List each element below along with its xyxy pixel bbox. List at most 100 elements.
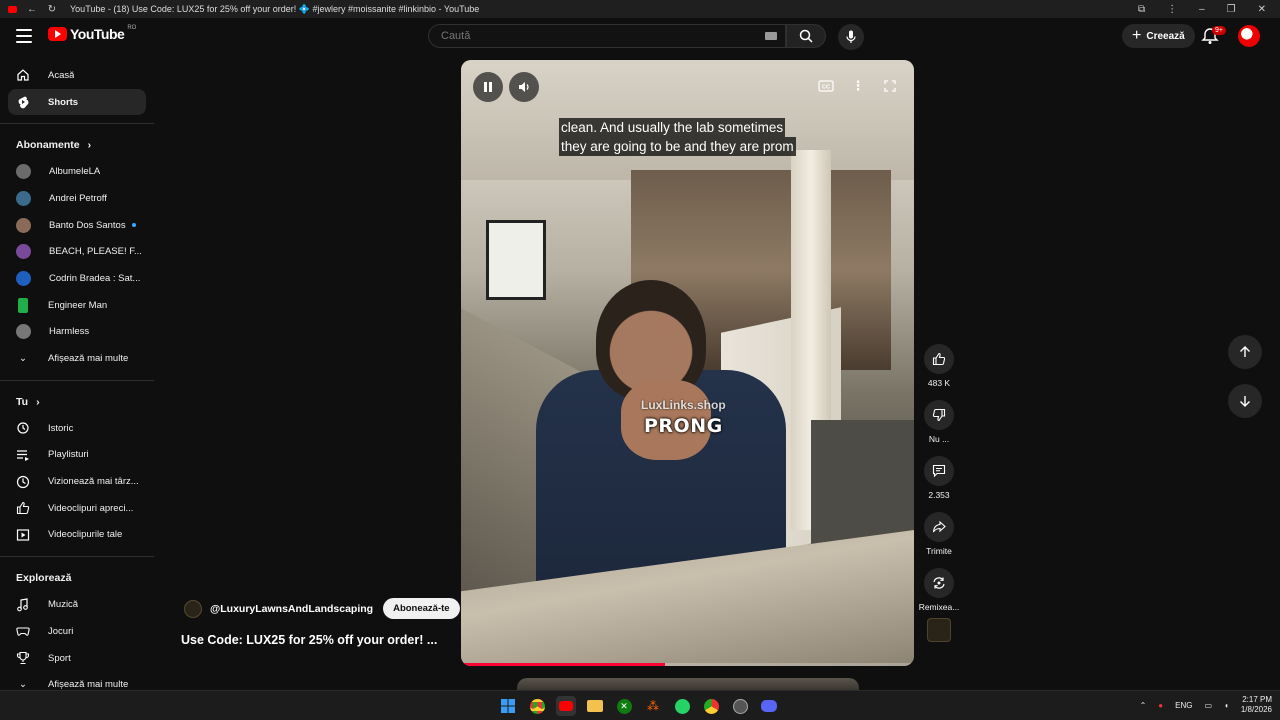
dislike-action[interactable]: Nu ... — [918, 400, 960, 444]
close-icon[interactable]: ✕ — [1258, 4, 1266, 15]
search-box[interactable] — [428, 24, 786, 48]
sidebar-item-liked-videos[interactable]: Videoclipuri apreci... — [0, 495, 154, 522]
sidebar-item-shorts[interactable]: Shorts — [8, 88, 146, 116]
back-icon[interactable]: ← — [26, 3, 38, 15]
speaker-icon[interactable]: ◖ — [1224, 701, 1229, 710]
sidebar-item-gaming[interactable]: Jocuri — [0, 618, 154, 645]
next-short-preview[interactable] — [517, 678, 859, 690]
like-button[interactable] — [924, 344, 954, 374]
watch-later-icon — [16, 475, 30, 488]
previous-short-button[interactable] — [1228, 335, 1262, 369]
restore-icon[interactable]: ❐ — [1227, 4, 1236, 15]
windows-start-icon[interactable] — [498, 696, 518, 716]
keyboard-icon[interactable] — [765, 32, 777, 40]
minimize-icon[interactable]: – — [1199, 4, 1205, 15]
chrome-icon[interactable] — [527, 696, 547, 716]
pause-button[interactable] — [473, 72, 503, 102]
history-icon — [17, 422, 29, 434]
sidebar-item-subscription[interactable]: BEACH, PLEASE! F... — [0, 238, 154, 265]
sidebar-item-subscription[interactable]: Codrin Bradea : Sat... — [0, 265, 154, 292]
create-button[interactable]: + Creează — [1122, 24, 1195, 48]
you-heading[interactable]: Tu › — [0, 389, 154, 415]
clock[interactable]: 2:17 PM 1/8/2026 — [1241, 695, 1272, 715]
pause-icon — [484, 82, 492, 92]
chrome-profile-icon[interactable] — [701, 696, 721, 716]
remix-button[interactable] — [924, 568, 954, 598]
extensions-icon[interactable]: ⧉ — [1138, 4, 1145, 15]
discord-icon[interactable] — [759, 696, 779, 716]
volume-button[interactable] — [509, 72, 539, 102]
more-options-button[interactable]: ⋮ — [849, 77, 867, 95]
comment-icon — [932, 464, 946, 478]
channel-avatar[interactable] — [184, 599, 202, 618]
share-button[interactable] — [924, 512, 954, 542]
channel-avatar — [16, 217, 31, 233]
subscriptions-heading[interactable]: Abonamente › — [0, 132, 154, 158]
dislike-button[interactable] — [924, 400, 954, 430]
youtube-app-icon[interactable] — [556, 696, 576, 716]
search-input[interactable] — [441, 30, 741, 42]
channel-name[interactable]: @LuxuryLawnsAndLandscaping — [210, 603, 373, 615]
sidebar-item-your-videos[interactable]: Videoclipurile tale — [0, 522, 154, 549]
sidebar-item-watch-later[interactable]: Vizionează mai târz... — [0, 468, 154, 495]
channel-avatar — [16, 164, 31, 180]
sidebar-item-subscription[interactable]: Banto Dos Santos — [0, 212, 154, 239]
share-icon — [932, 520, 946, 533]
next-short-button[interactable] — [1228, 384, 1262, 418]
comments-button[interactable] — [924, 456, 954, 486]
video-progress-bar[interactable] — [461, 663, 914, 666]
account-avatar[interactable] — [1238, 25, 1260, 47]
like-action[interactable]: 483 K — [918, 344, 960, 388]
channel-avatar — [16, 190, 31, 206]
share-action[interactable]: Trimite — [918, 512, 960, 556]
sidebar-item-subscription[interactable]: Harmless — [0, 319, 154, 346]
voice-search-button[interactable] — [838, 24, 864, 50]
shorts-icon — [18, 96, 29, 109]
youtube-logo[interactable]: YouTube RO — [48, 25, 136, 42]
sidebar-divider — [0, 379, 154, 381]
sidebar-item-label: Sport — [48, 652, 71, 664]
github-desktop-icon[interactable] — [730, 696, 750, 716]
whatsapp-icon[interactable] — [672, 696, 692, 716]
captions-button[interactable]: CC — [817, 77, 835, 95]
sidebar-item-subscription[interactable]: Andrei Petroff — [0, 185, 154, 212]
file-explorer-icon[interactable] — [585, 696, 605, 716]
network-icon[interactable]: ▭ — [1204, 701, 1212, 710]
subscribe-button[interactable]: Abonează-te — [383, 598, 460, 619]
your-videos-icon — [16, 529, 30, 541]
sidebar-item-subscription[interactable]: AlbumeleLA — [0, 158, 154, 185]
system-tray: ⌃ ● ENG ▭ ◖ 2:17 PM 1/8/2026 — [1140, 695, 1272, 715]
menu-icon[interactable] — [16, 29, 32, 43]
home-icon — [17, 69, 29, 81]
fullscreen-button[interactable] — [881, 77, 899, 95]
microphone-tray-icon[interactable]: ● — [1158, 701, 1163, 710]
channel-avatar — [18, 297, 28, 313]
office-apps-icon[interactable]: ⁂ — [643, 696, 663, 716]
sidebar-item-subscription[interactable]: Engineer Man — [0, 292, 154, 319]
sidebar-item-home[interactable]: Acasă — [0, 62, 154, 89]
shorts-player[interactable]: CC ⋮ clean. And usually the lab sometime… — [461, 60, 914, 666]
reload-icon[interactable]: ↻ — [46, 3, 58, 15]
arrow-down-icon — [1240, 396, 1250, 407]
sidebar-item-playlists[interactable]: Playlisturi — [0, 442, 154, 469]
tray-overflow-icon[interactable]: ⌃ — [1140, 701, 1147, 710]
sidebar-item-label: Afișează mai multe — [48, 679, 129, 691]
sidebar-item-music[interactable]: Muzică — [0, 591, 154, 618]
xbox-icon[interactable]: ✕ — [614, 696, 634, 716]
remix-action[interactable]: Remixea... — [918, 568, 960, 642]
search-button[interactable] — [786, 24, 826, 48]
comments-action[interactable]: 2.353 — [918, 456, 960, 500]
taskbar: ✕ ⁂ ⌃ ● ENG ▭ ◖ 2:17 PM 1/8/2026 — [0, 690, 1280, 720]
short-title[interactable]: Use Code: LUX25 for 25% off your order! … — [181, 633, 437, 647]
input-language[interactable]: ENG — [1175, 701, 1192, 710]
sound-thumbnail[interactable] — [927, 618, 951, 642]
browser-menu-icon[interactable]: ⋮ — [1167, 4, 1177, 15]
sidebar-item-sport[interactable]: Sport — [0, 645, 154, 672]
sidebar-item-history[interactable]: Istoric — [0, 415, 154, 442]
shorts-actions: 483 K Nu ... 2.353 Trimite Remixea... — [918, 344, 960, 654]
show-more-subscriptions[interactable]: ⌄ Afișează mai multe — [0, 345, 154, 372]
sidebar-item-label: Jocuri — [48, 625, 74, 637]
sidebar-item-label: Codrin Bradea : Sat... — [49, 272, 141, 284]
notifications-badge: 9+ — [1212, 26, 1226, 35]
volume-icon — [519, 82, 529, 92]
